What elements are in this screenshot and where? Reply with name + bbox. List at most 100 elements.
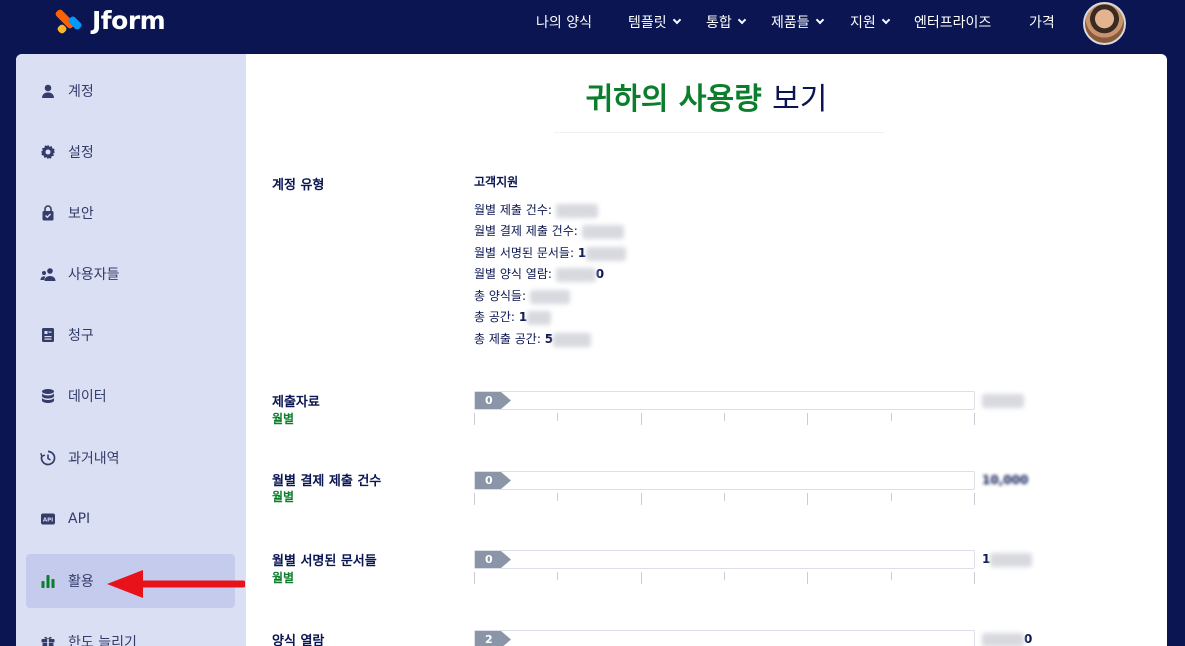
tick-mark <box>557 413 559 421</box>
tick-mark <box>724 572 725 580</box>
svg-text:API: API <box>43 517 53 523</box>
database-icon <box>40 388 56 404</box>
brand-logo[interactable]: Jform <box>54 6 166 35</box>
tick-mark <box>640 493 642 505</box>
account-plan-name: 고객지원 <box>474 175 519 189</box>
tick-mark <box>724 413 725 421</box>
sidebar-item-settings[interactable]: 설정 <box>26 125 235 179</box>
page-title: 귀하의 사용량 보기 <box>585 82 828 117</box>
usage-value-tag: 0 <box>475 392 511 409</box>
nav-support[interactable]: 지원 <box>850 11 891 33</box>
usage-ticks <box>474 493 975 505</box>
invoice-icon <box>40 327 56 343</box>
usage-period-signed-documents: 월별 <box>272 571 295 585</box>
stat-total-space: 총 공간: 1 <box>474 308 552 325</box>
usage-bar-signed-documents: 0 <box>474 550 975 569</box>
usage-limit-signed-documents: 1 <box>982 552 1033 567</box>
sidebar-item-security[interactable]: 보안 <box>26 186 235 240</box>
sidebar-item-api[interactable]: API API <box>26 492 235 546</box>
tick-mark <box>890 493 892 501</box>
brand-name: Jform <box>92 6 166 35</box>
sidebar-item-billing[interactable]: 청구 <box>26 308 235 362</box>
usage-bar-submissions: 0 <box>474 391 975 410</box>
title-divider <box>554 132 884 133</box>
users-icon <box>40 266 56 282</box>
nav-my-forms[interactable]: 나의 양식 <box>536 11 592 33</box>
nav-products[interactable]: 제품들 <box>771 11 824 33</box>
usage-ticks <box>474 572 975 584</box>
tick-mark <box>974 493 975 505</box>
usage-value-tag: 2 <box>475 631 511 646</box>
tick-mark <box>807 572 809 584</box>
bar-chart-icon <box>40 573 56 589</box>
tick-mark <box>474 493 475 505</box>
usage-label-payment-submissions: 월별 결제 제출 건수 <box>272 474 382 489</box>
gift-icon <box>40 634 56 646</box>
redacted-value <box>982 393 1024 408</box>
redacted-value <box>555 203 598 218</box>
redacted-value <box>586 246 627 261</box>
tick-mark <box>557 572 559 580</box>
sidebar-item-history[interactable]: 과거내역 <box>26 431 235 485</box>
usage-limit-payment-submissions: 10,000 <box>982 473 1029 487</box>
chevron-down-icon <box>881 15 891 25</box>
tick-mark <box>807 493 809 505</box>
usage-value-tag: 0 <box>475 472 511 489</box>
sidebar-item-increase-limits[interactable]: 한도 늘리기 <box>26 615 235 646</box>
chevron-down-icon <box>737 15 747 25</box>
usage-label-signed-documents: 월별 서명된 문서들 <box>272 554 377 569</box>
nav-integrations[interactable]: 통합 <box>706 11 747 33</box>
redacted-value <box>581 224 624 239</box>
user-icon <box>40 83 56 99</box>
sidebar-item-users[interactable]: 사용자들 <box>26 247 235 301</box>
stat-monthly-form-views: 월별 양식 열람: 0 <box>474 267 605 282</box>
sidebar-item-data[interactable]: 데이터 <box>26 369 235 423</box>
tick-mark <box>974 413 975 425</box>
account-type-label: 계정 유형 <box>272 178 325 193</box>
gear-icon <box>40 144 56 160</box>
tick-mark <box>890 572 892 580</box>
annotation-arrow-icon <box>107 570 245 598</box>
usage-period-submissions: 월별 <box>272 412 295 426</box>
tick-mark <box>474 413 475 425</box>
content-panel: 계정 설정 보안 사용자들 청구 데이터 과거내역 API API 활용 한도 … <box>16 54 1167 646</box>
tick-mark <box>974 572 975 584</box>
user-avatar[interactable] <box>1083 2 1126 45</box>
sidebar-item-account[interactable]: 계정 <box>26 64 235 118</box>
stat-monthly-payment-submissions: 월별 결제 제출 건수: <box>474 222 624 239</box>
usage-ticks <box>474 413 975 425</box>
tick-mark <box>807 413 809 425</box>
redacted-value <box>982 632 1024 646</box>
stat-total-forms: 총 양식들: <box>474 287 570 304</box>
usage-label-form-views: 양식 열람 <box>272 634 325 646</box>
chevron-down-icon <box>815 15 824 25</box>
usage-limit-submissions <box>982 393 1024 408</box>
nav-enterprise[interactable]: 엔터프라이즈 <box>914 11 991 33</box>
sidebar: 계정 설정 보안 사용자들 청구 데이터 과거내역 API API 활용 한도 … <box>16 54 246 646</box>
usage-bar-form-views: 2 <box>474 630 975 646</box>
nav-templates[interactable]: 템플릿 <box>628 11 681 33</box>
api-icon: API <box>40 511 56 527</box>
lock-bag-icon <box>40 205 56 221</box>
top-navbar: Jform 나의 양식 템플릿 통합 제품들 지원 엔터프라이즈 가격 <box>0 0 1185 54</box>
redacted-value <box>990 552 1033 567</box>
stat-monthly-signed-documents: 월별 서명된 문서들: 1 <box>474 244 627 261</box>
tick-mark <box>640 572 642 584</box>
tick-mark <box>474 572 475 584</box>
tick-mark <box>724 493 725 501</box>
redacted-value <box>555 267 596 282</box>
tick-mark <box>890 413 892 421</box>
usage-value-tag: 0 <box>475 551 511 568</box>
stat-total-submission-space: 총 제출 공간: 5 <box>474 330 592 347</box>
redacted-value <box>553 332 592 347</box>
jform-logo-icon <box>54 7 84 35</box>
usage-label-submissions: 제출자료 <box>272 395 320 410</box>
usage-period-payment-submissions: 월별 <box>272 490 295 504</box>
tick-mark <box>557 493 559 501</box>
tick-mark <box>640 413 642 425</box>
redacted-value <box>529 289 570 304</box>
chevron-down-icon <box>672 15 681 25</box>
nav-pricing[interactable]: 가격 <box>1029 11 1055 33</box>
usage-limit-form-views: 0 <box>982 632 1032 646</box>
usage-bar-payment-submissions: 0 <box>474 471 975 490</box>
